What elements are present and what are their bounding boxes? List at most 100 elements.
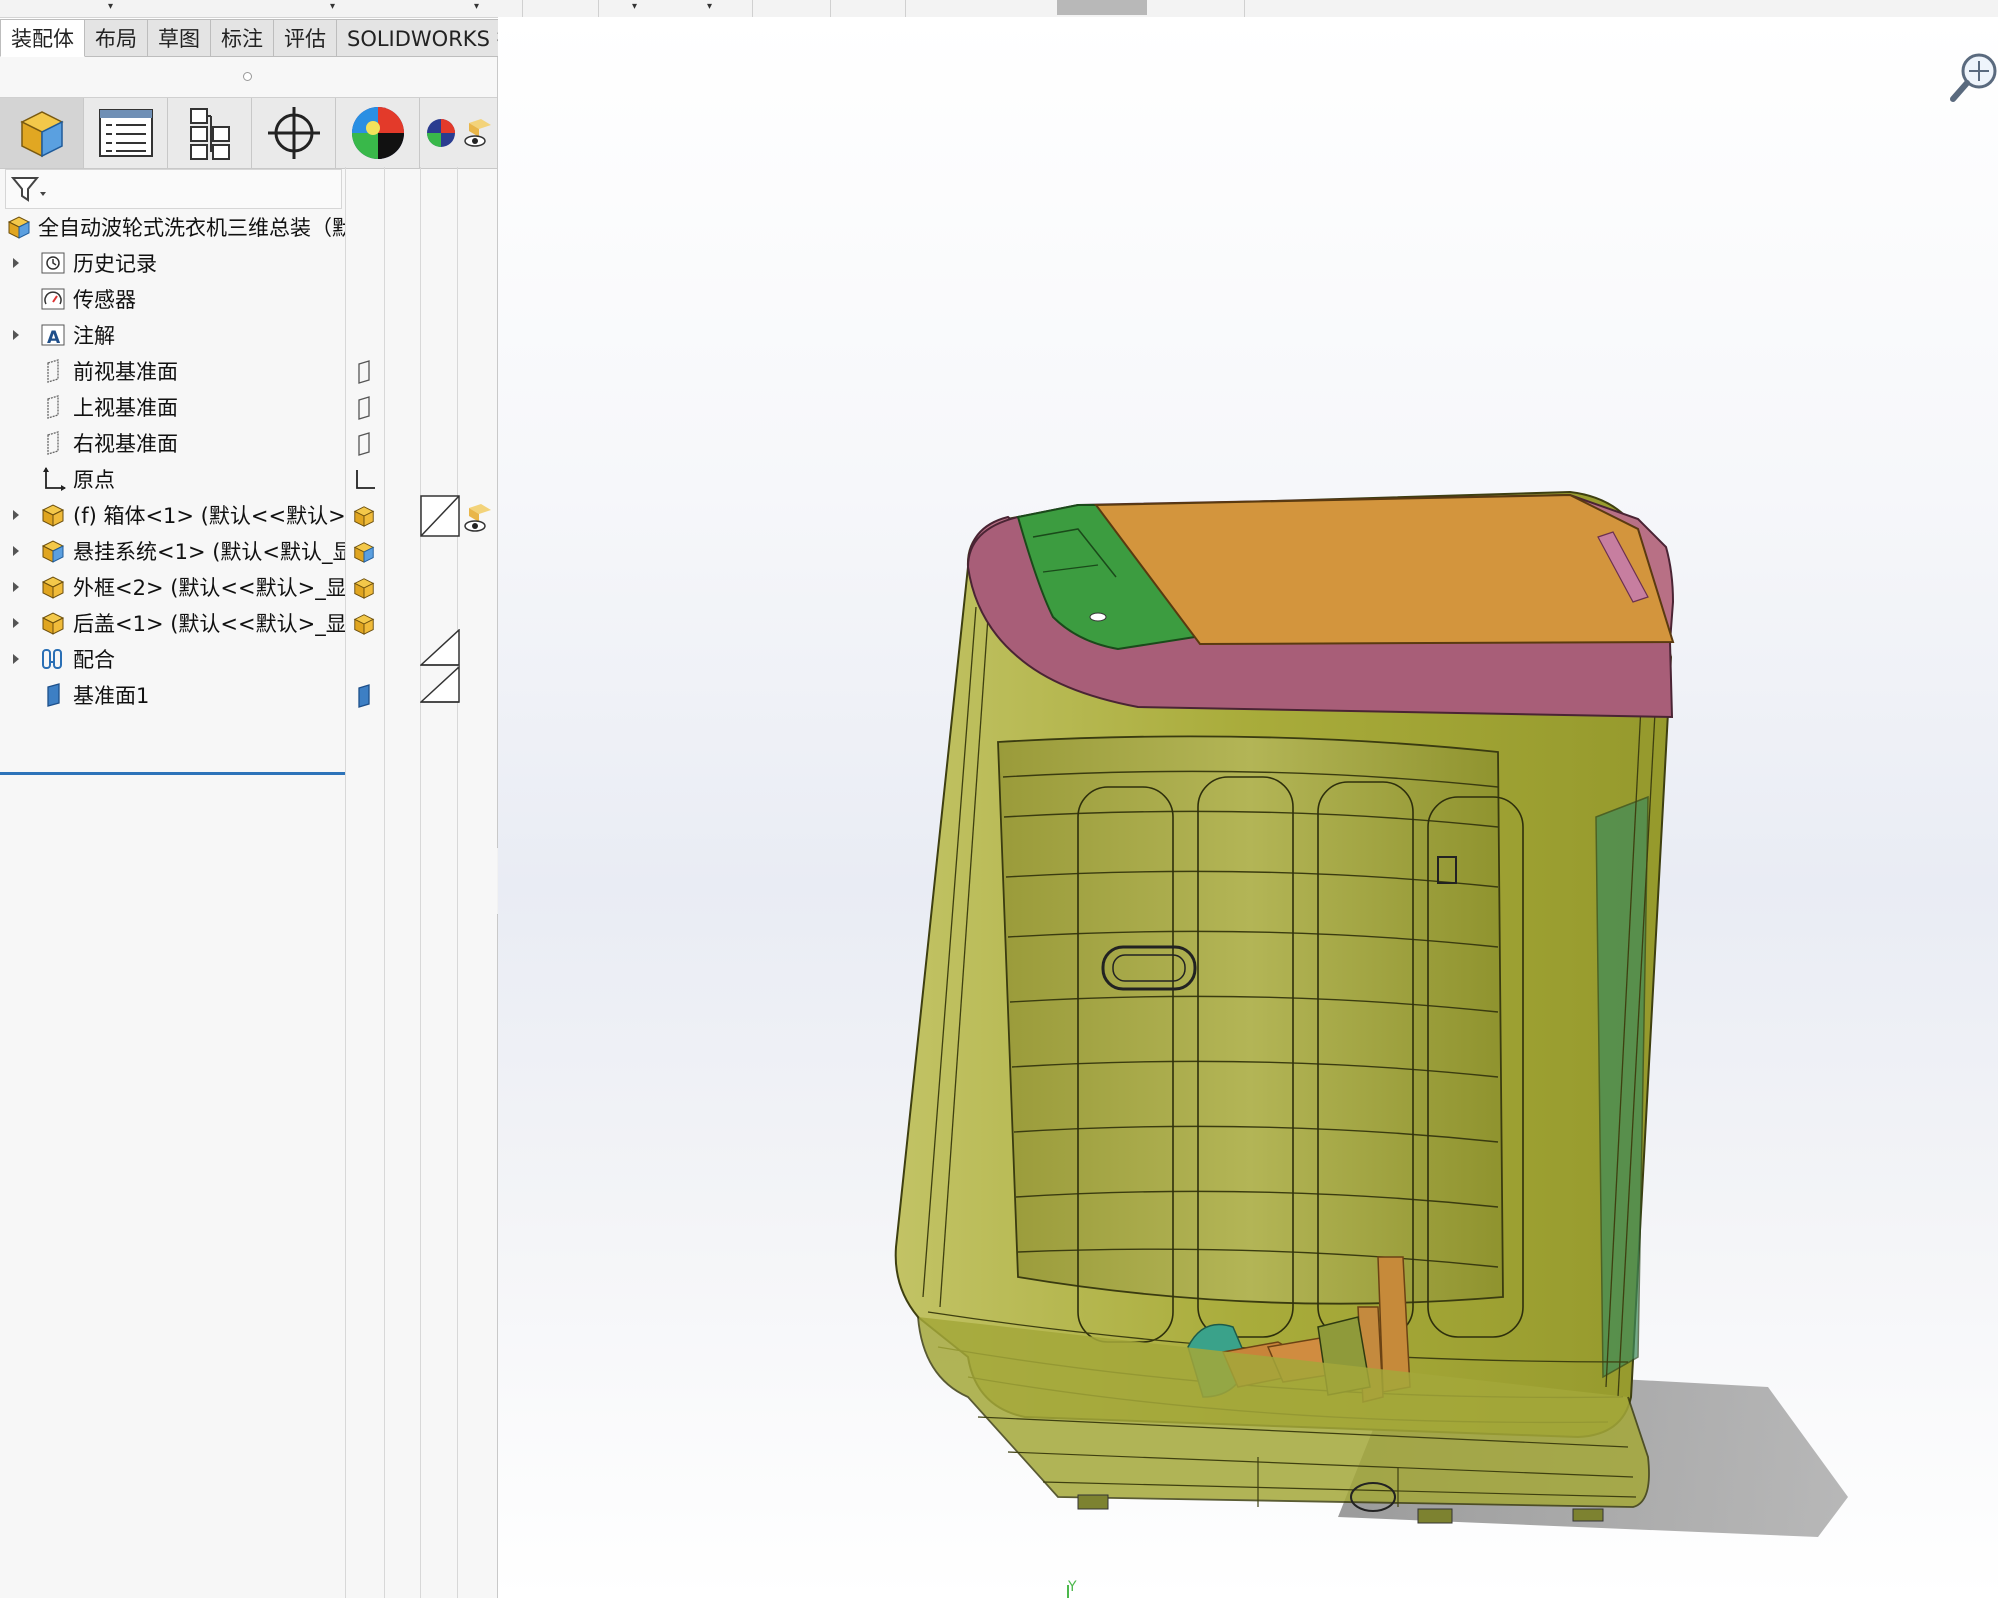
feature-tree-icon bbox=[19, 111, 64, 158]
subassembly-icon bbox=[40, 538, 66, 564]
tree-item-origin[interactable]: 原点 bbox=[0, 461, 345, 497]
dropdown-arrow-icon[interactable]: ▾ bbox=[632, 1, 637, 12]
tree-rollback-bar[interactable] bbox=[0, 772, 345, 775]
tab-display-manager[interactable] bbox=[336, 98, 420, 168]
history-icon bbox=[40, 250, 66, 276]
origin-visibility-icon[interactable] bbox=[352, 467, 376, 493]
tab-layout[interactable]: 布局 bbox=[85, 19, 148, 57]
graphics-viewport[interactable]: A ▾ ▾ bbox=[498, 17, 1998, 1598]
tree-root-assembly[interactable]: 全自动波轮式洗衣机三维总装（默 bbox=[0, 209, 345, 245]
dropdown-arrow-icon[interactable]: ▾ bbox=[330, 1, 335, 12]
tree-item-history[interactable]: 历史记录 bbox=[0, 245, 345, 281]
tree-root-label: 全自动波轮式洗衣机三维总装（默 bbox=[38, 216, 345, 240]
tree-item-top-plane[interactable]: 上视基准面 bbox=[0, 389, 345, 425]
tab-evaluate[interactable]: 评估 bbox=[274, 19, 337, 57]
assembly-icon bbox=[6, 214, 32, 240]
tree-item-label: 右视基准面 bbox=[73, 432, 178, 456]
tree-item-right-plane[interactable]: 右视基准面 bbox=[0, 425, 345, 461]
expand-arrow-icon[interactable] bbox=[13, 654, 19, 664]
tree-item-label: 配合 bbox=[73, 648, 115, 672]
configuration-icon bbox=[189, 108, 230, 160]
sensor-icon bbox=[40, 286, 66, 312]
command-manager-tabs: 装配体 布局 草图 标注 评估 SOLIDWORKS 插件 bbox=[0, 19, 550, 57]
tab-sketch[interactable]: 草图 bbox=[148, 19, 211, 57]
display-mode-icon[interactable] bbox=[420, 629, 460, 703]
top-lid[interactable] bbox=[1094, 493, 1675, 646]
component-display-icon[interactable] bbox=[352, 575, 376, 601]
plane-visibility-icon[interactable] bbox=[352, 359, 376, 385]
plane-icon bbox=[40, 394, 66, 420]
washing-machine-3d-model[interactable] bbox=[498, 17, 1998, 1598]
tree-item-annotations[interactable]: A 注解 bbox=[0, 317, 345, 353]
plane-icon bbox=[40, 430, 66, 456]
tree-item-label: 后盖<1> (默认<<默认>_显示 bbox=[73, 612, 345, 636]
tree-item-back-cover[interactable]: 后盖<1> (默认<<默认>_显示 bbox=[0, 605, 345, 641]
tree-item-cabinet[interactable]: (f) 箱体<1> (默认<<默认>_显 bbox=[0, 497, 345, 533]
expand-arrow-icon[interactable] bbox=[13, 546, 19, 556]
tree-item-label: 传感器 bbox=[73, 288, 136, 312]
tab-dimxpert-manager[interactable] bbox=[252, 98, 336, 168]
manager-tab-bar bbox=[0, 97, 497, 169]
foot bbox=[1572, 1508, 1604, 1522]
appearance-sphere-icon bbox=[351, 107, 404, 159]
tab-markup[interactable]: 标注 bbox=[211, 19, 274, 57]
expand-arrow-icon[interactable] bbox=[13, 582, 19, 592]
crosshair-icon bbox=[267, 107, 320, 159]
property-list-icon bbox=[98, 109, 153, 157]
svg-text:A: A bbox=[47, 328, 61, 348]
expand-arrow-icon[interactable] bbox=[13, 510, 19, 520]
feature-manager-panel: 全自动波轮式洗衣机三维总装（默 历史记录 传感器 A 注解 前视基准面 上视基准… bbox=[0, 57, 498, 1598]
tree-item-label: 原点 bbox=[73, 468, 115, 492]
expand-arrow-icon[interactable] bbox=[13, 258, 19, 268]
annotation-icon: A bbox=[40, 322, 66, 348]
tree-item-label: 基准面1 bbox=[73, 684, 150, 708]
plane-visibility-icon[interactable] bbox=[352, 395, 376, 421]
foot bbox=[1417, 1508, 1453, 1524]
tree-item-label: 上视基准面 bbox=[73, 396, 178, 420]
tree-item-label: 历史记录 bbox=[73, 252, 157, 276]
filter-icon[interactable] bbox=[10, 174, 50, 204]
display-mode-icon[interactable] bbox=[420, 495, 460, 537]
foot bbox=[1077, 1494, 1109, 1510]
top-toolbar-strip: ▾ ▾ ▾ ▾ ▾ bbox=[0, 0, 1998, 18]
expand-arrow-icon[interactable] bbox=[13, 618, 19, 628]
dropdown-arrow-icon[interactable]: ▾ bbox=[108, 1, 113, 12]
lid-button bbox=[1089, 612, 1107, 622]
component-display-icon[interactable] bbox=[352, 503, 376, 529]
plane-blue-icon bbox=[40, 682, 66, 708]
tab-feature-manager[interactable] bbox=[0, 98, 84, 168]
expand-arrow-icon[interactable] bbox=[13, 330, 19, 340]
component-display-icon[interactable] bbox=[352, 611, 376, 637]
tree-item-suspension[interactable]: 悬挂系统<1> (默认<默认_显 bbox=[0, 533, 345, 569]
tab-configuration-manager[interactable] bbox=[168, 98, 252, 168]
tree-item-label: 悬挂系统<1> (默认<默认_显 bbox=[73, 540, 345, 564]
subassembly-icon bbox=[40, 574, 66, 600]
tree-item-label: (f) 箱体<1> (默认<<默认>_显 bbox=[73, 504, 345, 528]
feature-tree: 全自动波轮式洗衣机三维总装（默 历史记录 传感器 A 注解 前视基准面 上视基准… bbox=[0, 209, 345, 713]
tree-item-outer-frame[interactable]: 外框<2> (默认<<默认>_显示 bbox=[0, 569, 345, 605]
tree-item-sensors[interactable]: 传感器 bbox=[0, 281, 345, 317]
subassembly-icon bbox=[40, 610, 66, 636]
plane-visibility-icon[interactable] bbox=[352, 683, 376, 709]
tree-item-label: 外框<2> (默认<<默认>_显示 bbox=[73, 576, 345, 600]
tree-item-front-plane[interactable]: 前视基准面 bbox=[0, 353, 345, 389]
component-display-icon[interactable] bbox=[352, 539, 376, 565]
tree-item-plane1[interactable]: 基准面1 bbox=[0, 677, 345, 713]
origin-icon bbox=[40, 466, 66, 492]
tab-property-manager[interactable] bbox=[84, 98, 168, 168]
toolbar-scroll-thumb[interactable] bbox=[1057, 0, 1147, 15]
scene-sphere-icon bbox=[426, 119, 455, 147]
panel-resize-handle[interactable] bbox=[243, 72, 252, 81]
dropdown-arrow-icon[interactable]: ▾ bbox=[707, 1, 712, 12]
plane-icon bbox=[40, 358, 66, 384]
plane-visibility-icon[interactable] bbox=[352, 431, 376, 457]
tree-filter-box[interactable] bbox=[5, 169, 342, 209]
tree-item-label: 注解 bbox=[73, 324, 115, 348]
tab-scene-display[interactable] bbox=[420, 98, 497, 168]
dropdown-arrow-icon[interactable]: ▾ bbox=[474, 1, 479, 12]
hide-show-eye-icon bbox=[463, 119, 491, 147]
tab-assembly[interactable]: 装配体 bbox=[0, 19, 85, 57]
hide-show-eye-icon[interactable] bbox=[460, 501, 494, 535]
subassembly-icon bbox=[40, 502, 66, 528]
tree-item-mates[interactable]: 配合 bbox=[0, 641, 345, 677]
